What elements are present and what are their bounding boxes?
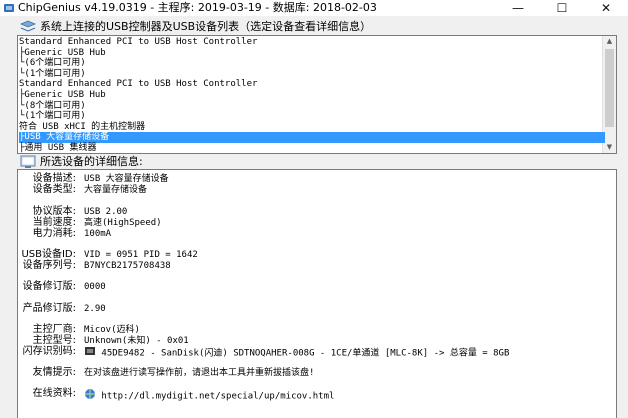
device-list[interactable]: ▲ ▼ Standard Enhanced PCI to USB Host Co… (17, 35, 617, 154)
detail-value-text: 45DE9482 - SanDisk(闪迪) SDTNOQAHER-008G -… (101, 348, 510, 359)
close-button[interactable]: ✕ (584, 0, 628, 16)
detail-label: 闪存识别码: (22, 346, 76, 357)
detail-label: 设备序列号: (22, 260, 76, 271)
device-list-item[interactable]: ├通用 USB 集线器 (19, 143, 97, 153)
minimize-button[interactable]: — (496, 0, 540, 16)
device-list-item[interactable]: └(6个端口可用) (19, 58, 86, 69)
details-icon (20, 155, 36, 168)
device-list-item[interactable]: Standard Enhanced PCI to USB Host Contro… (19, 37, 257, 48)
details-label: 所选设备的详细信息: (40, 155, 143, 168)
device-list-item[interactable]: Standard Enhanced PCI to USB Host Contro… (19, 79, 257, 90)
detail-value-text: VID = 0951 PID = 1642 (84, 250, 198, 260)
device-list-label: 系统上连接的USB控制器及USB设备列表（选定设备查看详细信息） (40, 20, 372, 33)
detail-label: 友情提示: (32, 367, 76, 378)
detail-label: 产品修订版: (22, 303, 76, 314)
detail-value[interactable]: http://dl.mydigit.net/special/up/micov.h… (84, 388, 334, 404)
window-title: ChipGenius v4.19.0319 - 主程序: 2019-03-19 … (18, 1, 377, 14)
detail-value: 45DE9482 - SanDisk(闪迪) SDTNOQAHER-008G -… (84, 346, 509, 360)
detail-value-text: Micov(迈科) (84, 325, 140, 335)
detail-label: 设备类型: (32, 184, 76, 195)
detail-value-text: 2.90 (84, 304, 106, 314)
detail-value-text: B7NYCB2175708438 (84, 261, 171, 271)
detail-label: 电力消耗: (32, 228, 76, 239)
detail-label: 设备修订版: (22, 281, 76, 292)
detail-value: 2.90 (84, 303, 106, 315)
detail-value-text: USB 2.00 (84, 207, 128, 217)
scroll-up-icon[interactable]: ▲ (603, 36, 616, 47)
detail-value: 0000 (84, 281, 106, 293)
detail-value: B7NYCB2175708438 (84, 260, 171, 272)
title-bar: ChipGenius v4.19.0319 - 主程序: 2019-03-19 … (0, 0, 628, 16)
globe-icon (84, 388, 96, 404)
detail-value-text: 0000 (84, 282, 106, 292)
detail-value: 100mA (84, 228, 111, 240)
device-list-item[interactable]: ├Generic USB Hub (19, 48, 106, 59)
detail-value: 大容量存储设备 (84, 184, 147, 196)
detail-value-text: 大容量存储设备 (84, 185, 148, 195)
device-list-item[interactable]: └(8个端口可用) (19, 101, 86, 112)
detail-value-text: USB 大容量存储设备 (84, 174, 169, 184)
detail-value-text: 高速(HighSpeed) (84, 218, 162, 228)
maximize-button[interactable]: ☐ (540, 0, 584, 16)
device-list-item[interactable]: ├USB 大容量存储设备 (19, 132, 605, 144)
details-panel: 设备描述: USB 大容量存储设备 设备类型: 大容量存储设备 协议版本: USB 2.0… (17, 169, 617, 418)
detail-value: 在对该盘进行读写操作前，请退出本工具并重新拔插该盘! (84, 367, 314, 379)
scroll-thumb[interactable] (605, 49, 614, 127)
detail-value-text: 在对该盘进行读写操作前，请退出本工具并重新拔插该盘! (84, 368, 315, 378)
detail-value-text: Unknown(未知) - 0x01 (84, 336, 189, 346)
detail-value-text: 100mA (84, 229, 112, 239)
device-list-item[interactable]: └(1个端口可用) (19, 69, 86, 80)
device-list-item[interactable]: ├Generic USB Hub (19, 90, 106, 101)
scroll-down-icon[interactable]: ▼ (603, 142, 616, 153)
detail-label: 在线资料: (32, 388, 76, 399)
online-info-link[interactable]: http://dl.mydigit.net/special/up/micov.h… (101, 392, 334, 402)
flash-chip-icon (84, 346, 96, 360)
device-list-item[interactable]: └(1个端口可用) (19, 111, 86, 122)
app-icon (4, 4, 14, 12)
usb-tree-icon (20, 20, 36, 32)
